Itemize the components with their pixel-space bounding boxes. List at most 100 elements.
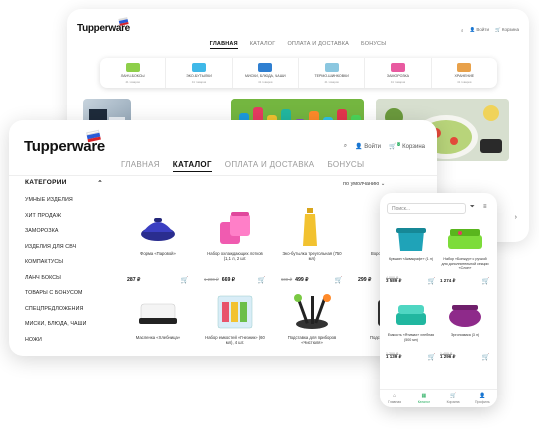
add-to-cart-icon[interactable]: 🛒 xyxy=(181,276,189,284)
nav-catalog[interactable]: КАТАЛОГ xyxy=(172,160,212,172)
add-to-cart-icon[interactable]: 🛒 xyxy=(258,276,266,284)
category-thumbnail xyxy=(258,62,273,72)
product-image[interactable] xyxy=(440,223,490,255)
product-name[interactable]: Подставка для приборов «Чистюля» xyxy=(281,335,343,346)
bottom-tab-bar: ⌂ Главная ▦ Каталог 🛒 Корзина 👤 Профиль xyxy=(380,389,497,407)
product-image[interactable] xyxy=(127,206,189,248)
category-tile[interactable]: ЭКО-БУТЫЛКИ 41 товаров xyxy=(166,58,233,88)
nav-home[interactable]: ГЛАВНАЯ xyxy=(121,160,160,172)
tab-cart[interactable]: 🛒 Корзина xyxy=(439,390,468,407)
product-name[interactable]: Форма «Паровой» xyxy=(127,251,189,262)
cart-count-badge: 0 xyxy=(396,142,401,146)
sidebar-item[interactable]: ХИТ ПРОДАЖ xyxy=(25,213,103,229)
mobile-product-card[interactable]: Кувшин «Аквакрафт» (1 л) 4 000 ₽ 3 589 ₽… xyxy=(386,223,436,285)
sidebar-item[interactable]: КОМПАКТУСЫ xyxy=(25,259,103,275)
category-tile[interactable]: ХРАНЕНИЕ 41 товаров xyxy=(432,58,497,88)
product-name[interactable]: Набор охлаждающих лотков (1,1 л, 2 шт. xyxy=(204,251,266,262)
product-name[interactable]: Эко-бутылка треугольная (750 мл) xyxy=(281,251,343,262)
product-image[interactable] xyxy=(440,299,490,331)
sort-select[interactable]: по умолчанию ⌄ xyxy=(343,181,385,187)
category-count: 41 товаров xyxy=(390,79,406,84)
product-image[interactable] xyxy=(204,206,266,248)
product-card[interactable]: Набор емкостей «Гнезник» (60 мл), 4 шт. xyxy=(204,290,266,346)
nav-home[interactable]: ГЛАВНАЯ xyxy=(209,41,238,49)
add-to-cart-icon[interactable]: 🛒 xyxy=(428,277,436,285)
category-count: 41 товаров xyxy=(324,79,339,84)
product-image[interactable] xyxy=(281,290,343,332)
category-tile[interactable]: ТЕРМО-ШИНКОВКИ 41 товаров xyxy=(299,58,366,88)
mobile-product-card[interactable]: Набор «Бонжур» с ручкой для дополнительн… xyxy=(440,223,490,285)
product-image[interactable] xyxy=(386,223,436,255)
sort-icon[interactable]: ≡ xyxy=(483,204,487,210)
header-divider xyxy=(9,175,437,176)
category-thumbnail xyxy=(457,62,472,72)
filter-icon[interactable]: ⏷ xyxy=(470,204,475,211)
product-name[interactable]: Эргономика (3 л) xyxy=(440,333,490,343)
add-to-cart-icon[interactable]: 🛒 xyxy=(335,276,343,284)
category-tile[interactable]: ЗАМОРОЗКА 41 товаров xyxy=(365,58,432,88)
add-to-cart-icon[interactable]: 🛒 xyxy=(428,353,436,361)
sidebar-item[interactable]: УМНЫЕ ИЗДЕЛИЯ xyxy=(25,197,103,213)
product-card[interactable]: Форма «Паровой» 287 ₽ 🛒 xyxy=(127,206,189,284)
product-image[interactable] xyxy=(281,206,343,248)
product-price-row: 1 200 ₽ 1 139 ₽ 🛒 xyxy=(386,352,436,361)
sidebar-item[interactable]: ЛАНЧ БОКСЫ xyxy=(25,275,103,291)
brand-logo[interactable]: Tupperware xyxy=(77,23,130,34)
tab-label: Главная xyxy=(388,400,402,404)
main-nav: ГЛАВНАЯ КАТАЛОГ ОПЛАТА И ДОСТАВКА БОНУСЫ xyxy=(121,160,364,172)
tab-home[interactable]: ⌂ Главная xyxy=(380,390,409,407)
sidebar-item[interactable]: СПЕЦПРЕДЛОЖЕНИЯ xyxy=(25,306,103,322)
product-name[interactable]: Набор емкостей «Гнезник» (60 мл), 4 шт. xyxy=(204,335,266,346)
nav-payment-delivery[interactable]: ОПЛАТА И ДОСТАВКА xyxy=(287,41,349,49)
nav-bonuses[interactable]: БОНУСЫ xyxy=(327,160,364,172)
search-input[interactable]: Поиск... xyxy=(387,203,466,214)
sidebar-item[interactable]: МИСКИ, БЛЮДА, ЧАШИ xyxy=(25,321,103,337)
product-name[interactable]: Набор «Бонжур» с ручкой для дополнительн… xyxy=(440,257,490,270)
tab-catalog[interactable]: ▦ Каталог xyxy=(409,390,438,407)
nav-bonuses[interactable]: БОНУСЫ xyxy=(361,41,386,49)
product-card[interactable]: Масленка «Хлебница» xyxy=(127,290,189,346)
sidebar-item[interactable]: ЗАМОРОЗКА xyxy=(25,228,103,244)
category-label: МИСКИ, БЛЮДА, ЧАШИ xyxy=(245,73,286,78)
category-count: 41 товаров xyxy=(457,79,472,84)
cart-icon: 🛒 xyxy=(450,393,457,399)
add-to-cart-icon[interactable]: 🛒 xyxy=(482,353,490,361)
product-image[interactable] xyxy=(204,290,266,332)
product-price-row: 1 274 ₽ 🛒 xyxy=(440,277,490,285)
sidebar-header[interactable]: КАТЕГОРИИ ⌃ xyxy=(25,179,103,187)
product-image[interactable] xyxy=(127,290,189,332)
current-price: 287 ₽ xyxy=(127,277,141,283)
product-card[interactable]: Набор охлаждающих лотков (1,1 л, 2 шт. 1… xyxy=(204,206,266,284)
product-card[interactable]: Подставка для приборов «Чистюля» xyxy=(281,290,343,346)
sidebar-item[interactable]: НОЖИ xyxy=(25,337,103,353)
category-tile[interactable]: МИСКИ, БЛЮДА, ЧАШИ 41 товаров xyxy=(233,58,299,88)
mobile-product-card[interactable]: Емкость «Ятимах» хлебная (500 мл) 1 200 … xyxy=(386,299,436,361)
tab-label: Корзина xyxy=(446,400,460,404)
product-price-row: 1 200 ₽ 669 ₽ 🛒 xyxy=(204,276,266,284)
login-link[interactable]: 👤 Войти xyxy=(355,143,381,150)
category-count: 41 товаров xyxy=(125,79,140,84)
tab-profile[interactable]: 👤 Профиль xyxy=(468,390,497,407)
search-icon[interactable]: ⌕ xyxy=(344,143,347,150)
login-link[interactable]: 👤 Войти xyxy=(470,27,489,33)
nav-payment-delivery[interactable]: ОПЛАТА И ДОСТАВКА xyxy=(225,160,315,172)
tab-label: Профиль xyxy=(475,400,490,404)
sidebar-item[interactable]: ИЗДЕЛИЯ ДЛЯ СВЧ xyxy=(25,244,103,260)
brand-logo[interactable]: Tupperware xyxy=(24,138,105,155)
add-to-cart-icon[interactable]: 🛒 xyxy=(482,277,490,285)
product-name[interactable]: Масленка «Хлебница» xyxy=(127,335,189,346)
mobile-product-card[interactable]: Эргономика (3 л) 1 400 ₽ 1 296 ₽ 🛒 xyxy=(440,299,490,361)
cart-link[interactable]: 🛒0 Корзина xyxy=(389,142,425,150)
search-icon[interactable]: ⌕ xyxy=(461,28,464,33)
product-card[interactable]: Эко-бутылка треугольная (750 мл) 600 ₽ 4… xyxy=(281,206,343,284)
cart-link[interactable]: 🛒 Корзина xyxy=(495,27,519,33)
product-image[interactable] xyxy=(386,299,436,331)
product-name[interactable]: Емкость «Ятимах» хлебная (500 мл) xyxy=(386,333,436,343)
sidebar-item[interactable]: ТОВАРЫ С БОНУСОМ xyxy=(25,290,103,306)
nav-catalog[interactable]: КАТАЛОГ xyxy=(250,41,276,49)
product-name[interactable]: Кувшин «Аквакрафт» (1 л) xyxy=(386,257,436,267)
category-tile[interactable]: ЛАНЧ-БОКСЫ 41 товаров xyxy=(100,58,167,88)
old-price: 1 200 ₽ xyxy=(386,352,399,356)
chevron-up-icon[interactable]: ⌃ xyxy=(97,179,103,187)
carousel-next-icon[interactable]: › xyxy=(515,214,517,221)
